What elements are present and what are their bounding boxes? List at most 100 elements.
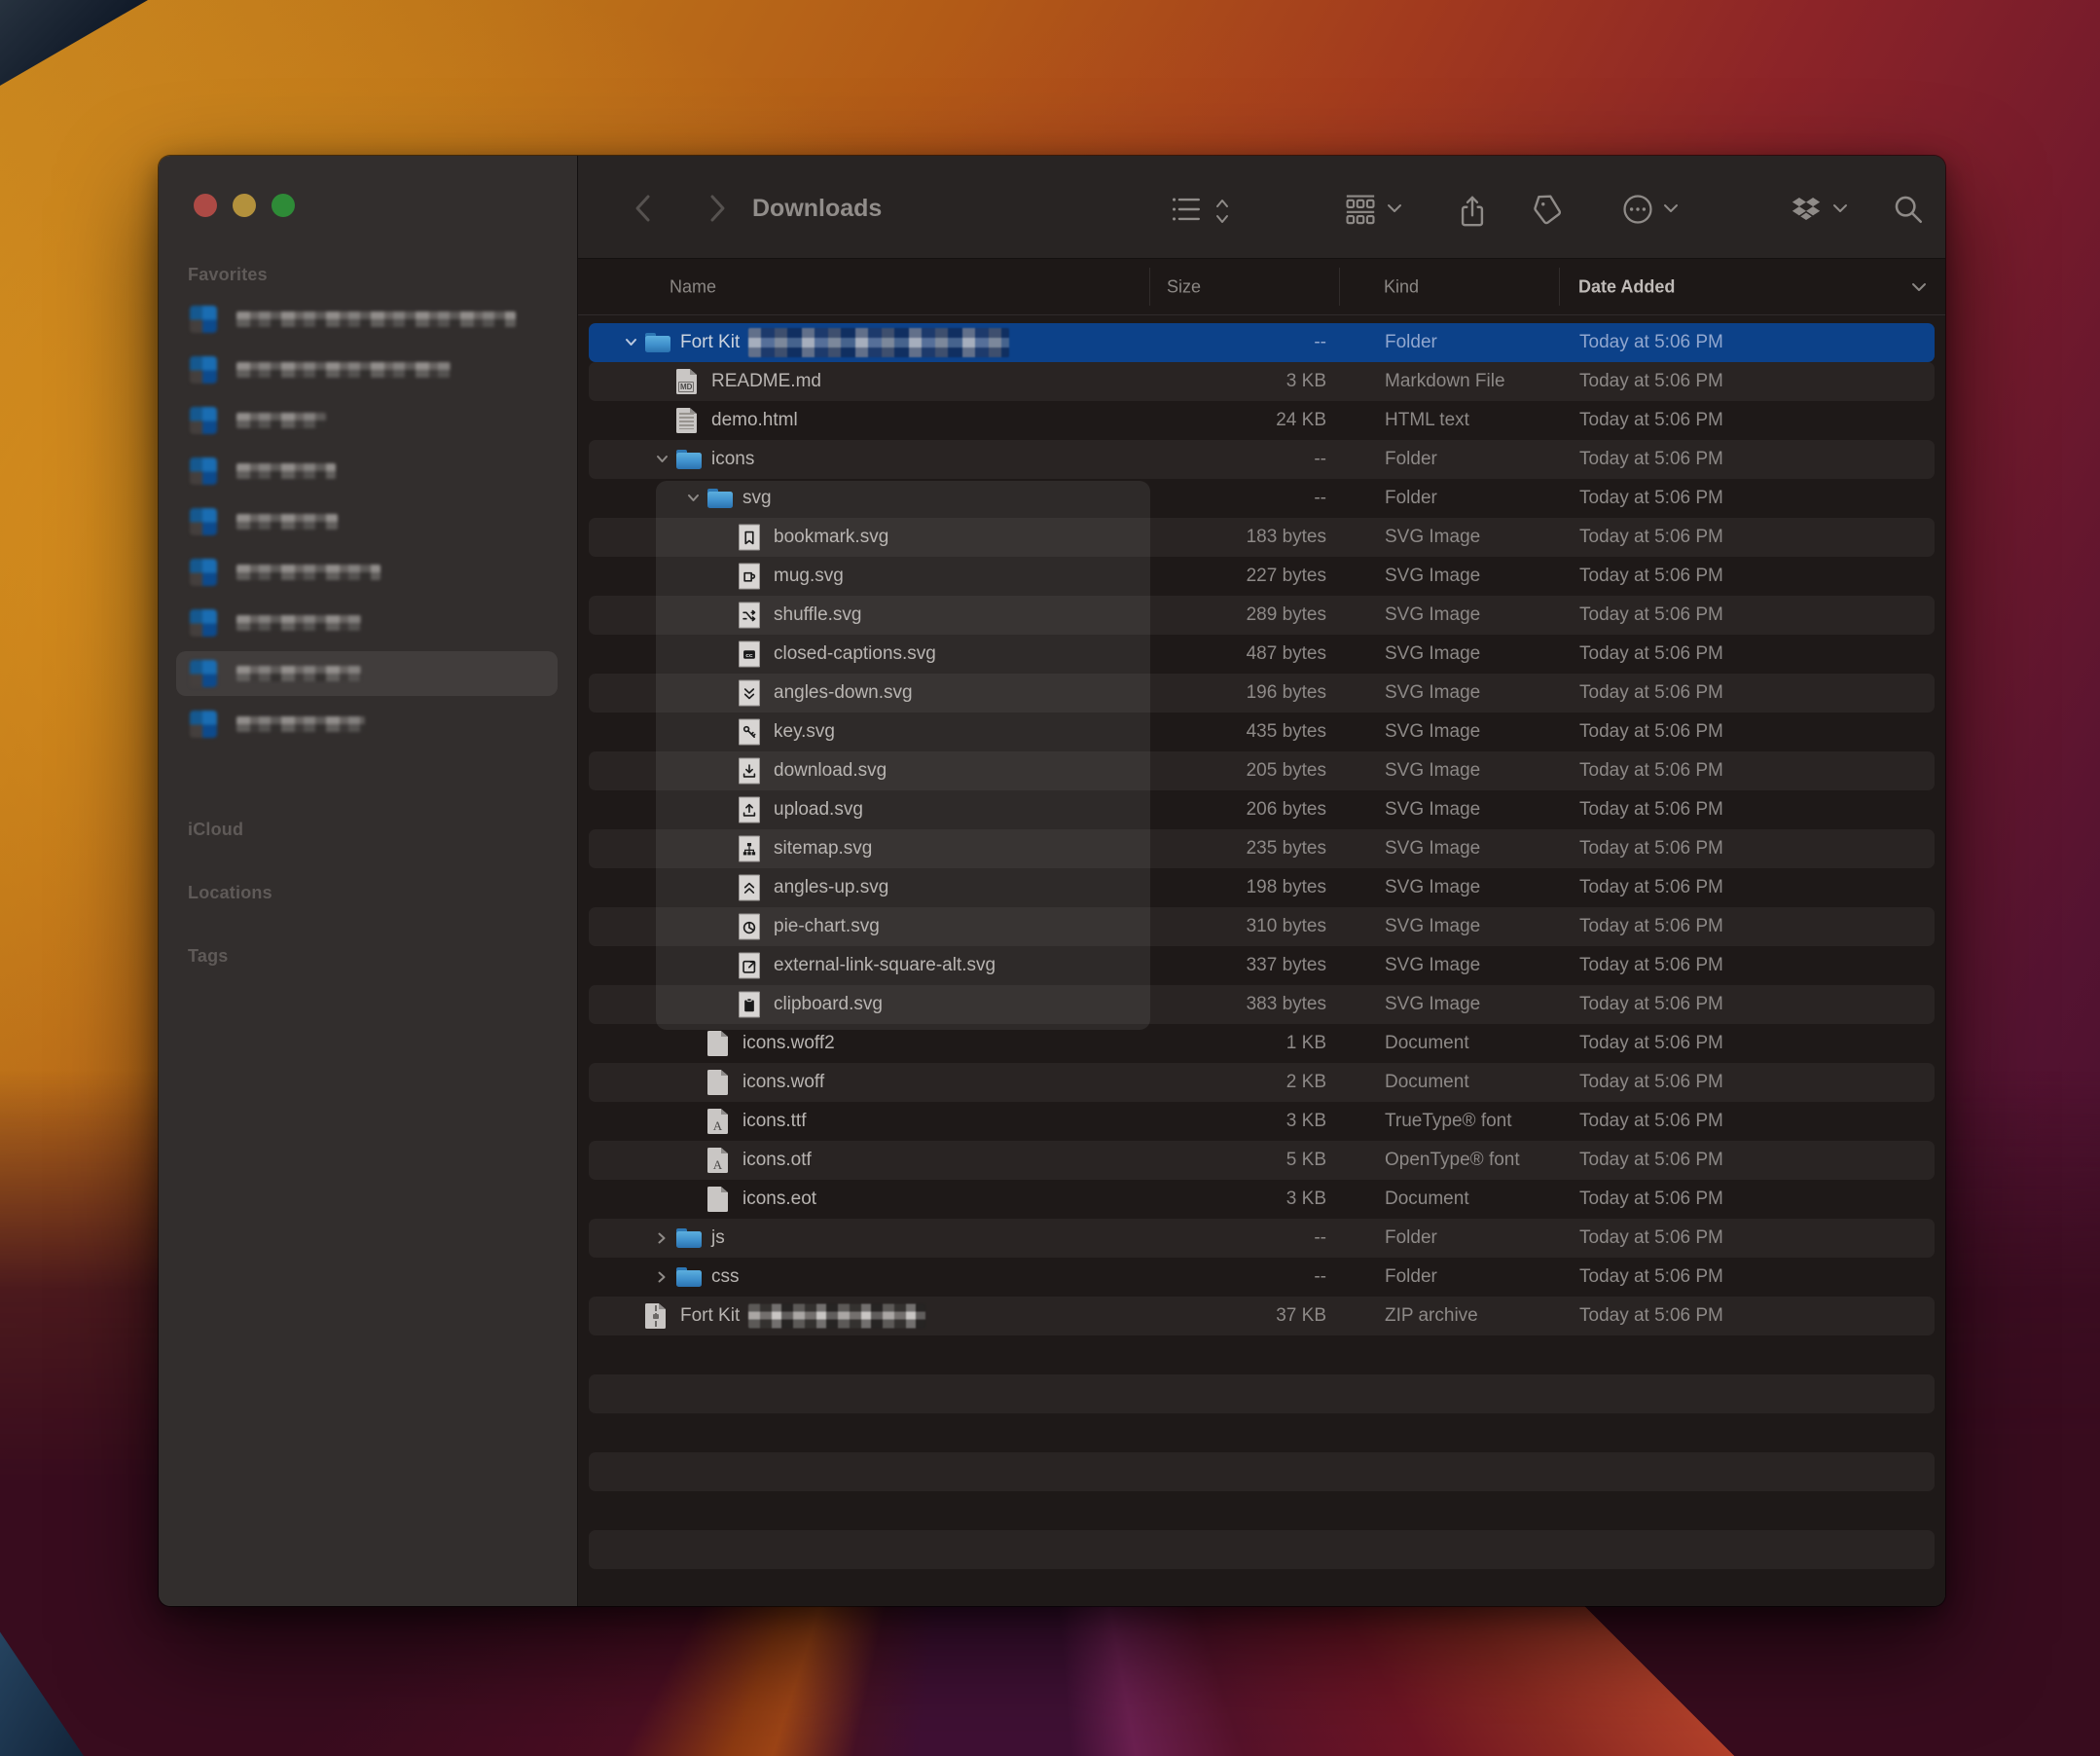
file-size: 310 bytes [1247,916,1326,937]
share-button[interactable] [1456,193,1489,230]
file-row[interactable]: MDREADME.md3 KBMarkdown FileToday at 5:0… [589,362,1935,401]
sidebar-item-blurred-label [236,413,326,428]
file-date-added: Today at 5:06 PM [1579,916,1723,937]
list-view-button[interactable] [1170,193,1203,226]
list-view-sort-chevrons[interactable] [1214,197,1230,226]
disclosure-collapsed-icon[interactable] [655,1233,670,1244]
disclosure-expanded-icon[interactable] [655,455,670,465]
file-size: 383 bytes [1247,994,1326,1015]
sidebar-item-favorite[interactable] [159,651,577,696]
file-row[interactable]: css--FolderToday at 5:06 PM [589,1258,1935,1297]
sidebar-item-icon [190,660,217,687]
file-date-added: Today at 5:06 PM [1579,1072,1723,1093]
file-row[interactable]: clipboard.svg383 bytesSVG ImageToday at … [589,985,1935,1024]
column-separator[interactable] [1339,268,1340,306]
file-date-added: Today at 5:06 PM [1579,1266,1723,1288]
file-date-added: Today at 5:06 PM [1579,1111,1723,1132]
dropbox-icon[interactable] [1789,193,1824,226]
file-size: 227 bytes [1247,566,1326,587]
file-date-added: Today at 5:06 PM [1579,838,1723,860]
file-row[interactable]: Fort Kit37 KBZIP archiveToday at 5:06 PM [589,1297,1935,1335]
group-by-chevron[interactable] [1386,202,1403,214]
sidebar-item-blurred-label [236,463,336,479]
file-row[interactable]: external-link-square-alt.svg337 bytesSVG… [589,946,1935,985]
search-icon[interactable] [1892,193,1925,226]
forward-button[interactable] [703,189,732,228]
file-name: js [711,1227,725,1249]
file-row[interactable]: icons--FolderToday at 5:06 PM [589,440,1935,479]
desktop-wallpaper: Favorites iCloud Locations Tags Download… [0,0,2100,1756]
file-row[interactable]: angles-up.svg198 bytesSVG ImageToday at … [589,868,1935,907]
more-actions-button[interactable] [1621,193,1654,226]
file-row[interactable]: sitemap.svg235 bytesSVG ImageToday at 5:… [589,829,1935,868]
file-row[interactable]: upload.svg206 bytesSVG ImageToday at 5:0… [589,790,1935,829]
file-row[interactable]: svg--FolderToday at 5:06 PM [589,479,1935,518]
sidebar-item-favorite[interactable] [159,398,577,443]
column-header-name[interactable]: Name [670,276,716,297]
file-row[interactable]: icons.woff21 KBDocumentToday at 5:06 PM [589,1024,1935,1063]
disclosure-expanded-icon[interactable] [686,494,701,504]
file-name: angles-up.svg [774,877,888,898]
file-row[interactable]: pie-chart.svg310 bytesSVG ImageToday at … [589,907,1935,946]
file-kind: SVG Image [1385,643,1480,665]
minimize-button[interactable] [233,194,256,217]
sidebar-item-favorite[interactable] [159,449,577,494]
file-size: 289 bytes [1247,604,1326,626]
sort-direction-chevron-icon[interactable] [1909,280,1929,293]
file-row[interactable]: icons.eot3 KBDocumentToday at 5:06 PM [589,1180,1935,1219]
file-row[interactable]: key.svg435 bytesSVG ImageToday at 5:06 P… [589,713,1935,751]
doc-zip-icon [645,1303,666,1329]
file-kind: ZIP archive [1385,1305,1478,1327]
column-header-kind[interactable]: Kind [1384,276,1419,297]
sidebar-item-favorite[interactable] [159,348,577,392]
sidebar-item-blurred-label [236,615,361,631]
file-kind: Folder [1385,1227,1437,1249]
file-name: upload.svg [774,799,863,821]
file-name: pie-chart.svg [774,916,880,937]
file-row[interactable]: shuffle.svg289 bytesSVG ImageToday at 5:… [589,596,1935,635]
disclosure-expanded-icon[interactable] [624,338,638,348]
column-separator[interactable] [1559,268,1560,306]
sidebar-item-favorite[interactable] [159,297,577,342]
file-row[interactable]: angles-down.svg196 bytesSVG ImageToday a… [589,674,1935,713]
file-date-added: Today at 5:06 PM [1579,682,1723,704]
close-button[interactable] [194,194,217,217]
file-size: -- [1314,449,1326,470]
file-kind: SVG Image [1385,527,1480,548]
file-size: 435 bytes [1247,721,1326,743]
group-by-button[interactable] [1343,193,1378,226]
column-header-size[interactable]: Size [1167,276,1201,297]
file-name: external-link-square-alt.svg [774,955,996,976]
empty-row-stripe [589,1374,1935,1413]
file-kind: Folder [1385,488,1437,509]
file-row[interactable]: Aicons.otf5 KBOpenType® fontToday at 5:0… [589,1141,1935,1180]
file-name: closed-captions.svg [774,643,936,665]
file-row[interactable]: mug.svg227 bytesSVG ImageToday at 5:06 P… [589,557,1935,596]
back-button[interactable] [629,189,658,228]
sidebar-section-locations: Locations [188,883,272,903]
disclosure-collapsed-icon[interactable] [655,1272,670,1283]
file-row[interactable]: Fort Kit--FolderToday at 5:06 PM [589,323,1935,362]
file-row[interactable]: js--FolderToday at 5:06 PM [589,1219,1935,1258]
file-row[interactable]: Aicons.ttf3 KBTrueType® fontToday at 5:0… [589,1102,1935,1141]
column-header-date-added[interactable]: Date Added [1578,276,1675,297]
sidebar-item-blurred-label [236,716,365,732]
file-kind: SVG Image [1385,838,1480,860]
file-row[interactable]: CCclosed-captions.svg487 bytesSVG ImageT… [589,635,1935,674]
file-row[interactable]: demo.html24 KBHTML textToday at 5:06 PM [589,401,1935,440]
file-row[interactable]: download.svg205 bytesSVG ImageToday at 5… [589,751,1935,790]
more-actions-chevron[interactable] [1662,202,1680,214]
tag-button[interactable] [1532,193,1565,226]
sidebar-item-favorite[interactable] [159,499,577,544]
file-date-added: Today at 5:06 PM [1579,410,1723,431]
file-date-added: Today at 5:06 PM [1579,449,1723,470]
file-row[interactable]: bookmark.svg183 bytesSVG ImageToday at 5… [589,518,1935,557]
dropbox-chevron[interactable] [1831,202,1849,214]
file-name: README.md [711,371,821,392]
zoom-button[interactable] [272,194,295,217]
file-row[interactable]: icons.woff2 KBDocumentToday at 5:06 PM [589,1063,1935,1102]
column-separator[interactable] [1149,268,1150,306]
sidebar-item-favorite[interactable] [159,550,577,595]
sidebar-item-favorite[interactable] [159,702,577,747]
sidebar-item-favorite[interactable] [159,601,577,645]
